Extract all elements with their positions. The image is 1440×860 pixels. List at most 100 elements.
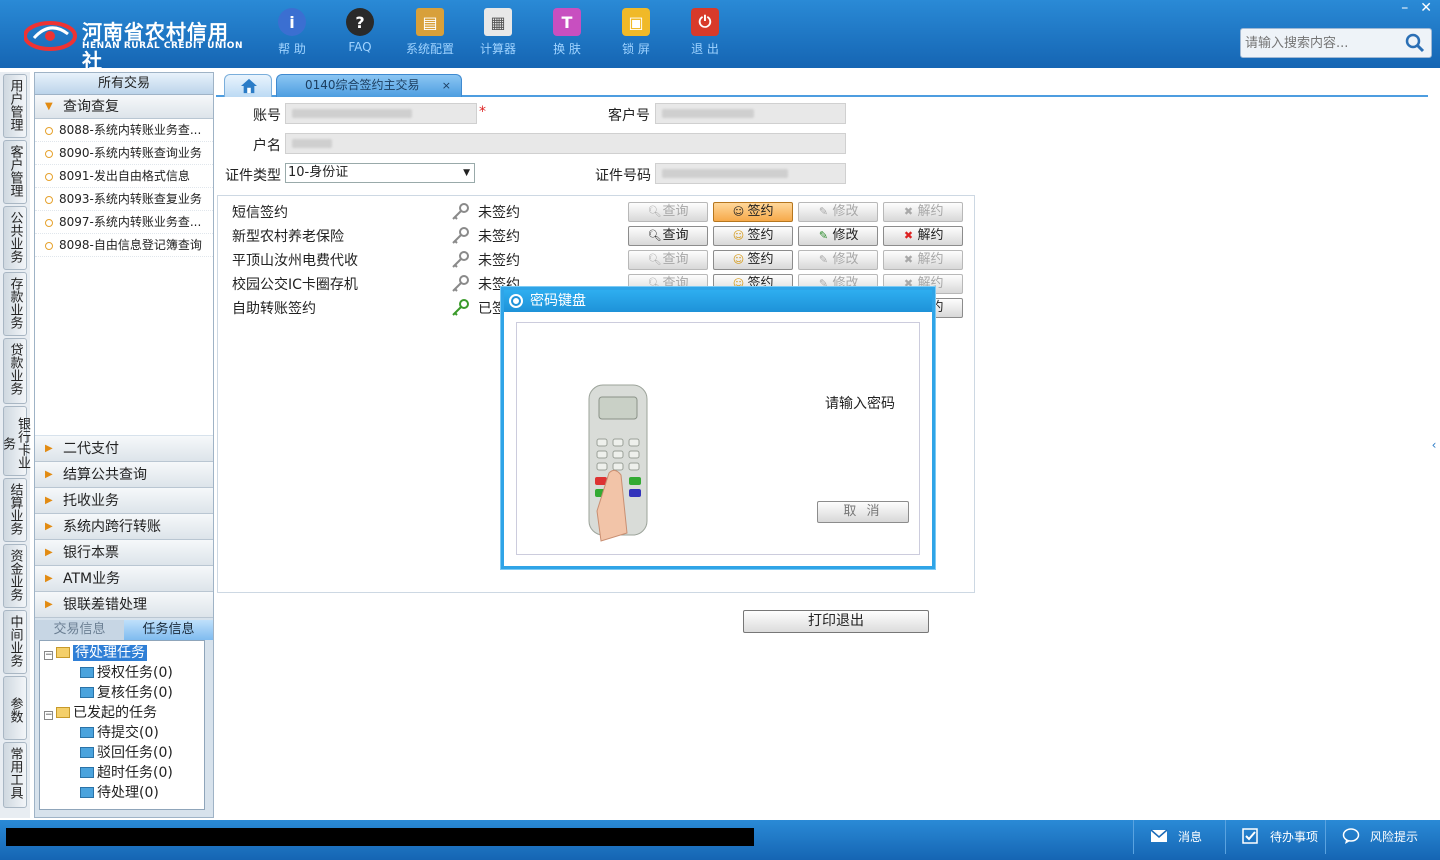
service-row: 短信签约 未签约 🔍︎查询 ☺ 签约 ✎ 修改 ✖ 解约 — [232, 202, 972, 224]
power-icon: ⏻ — [691, 8, 719, 36]
tab-comprehensive-signing[interactable]: 0140综合签约主交易 × — [276, 74, 462, 97]
sign-button[interactable]: ☺ 签约 — [713, 226, 793, 246]
vtab-bank-card-business[interactable]: 银行卡业务 — [0, 406, 30, 476]
main-tab-bar: 0140综合签约主交易 × — [216, 72, 1428, 97]
toolbox-icon: ▤ — [416, 8, 444, 36]
password-keypad-dialog: 密码键盘 请输入密码 取 消 — [501, 287, 935, 569]
smiley-icon: ☺ — [732, 253, 745, 266]
group-collection[interactable]: ▶ 托收业务 — [35, 488, 213, 514]
tree-node-initiated[interactable]: − 已发起的任务 — [44, 703, 157, 723]
window-controls: – ✕ — [1401, 0, 1432, 16]
transaction-panel: 所有交易 ▼ 查询查复 8088-系统内转账业务查... 8090-系统内转账查… — [34, 72, 214, 818]
key-icon — [452, 275, 469, 292]
query-button[interactable]: 🔍︎查询 — [628, 226, 708, 246]
list-item[interactable]: 8090-系统内转账查询业务 — [35, 142, 213, 165]
group-second-gen-payment[interactable]: ▶ 二代支付 — [35, 436, 213, 462]
exit-button[interactable]: ⏻ 退 出 — [675, 8, 735, 60]
modify-button[interactable]: ✎ 修改 — [798, 226, 878, 246]
folder-icon — [80, 667, 94, 678]
tab-transaction-info[interactable]: 交易信息 — [35, 620, 124, 640]
query-button[interactable]: 🔍︎查询 — [628, 202, 708, 222]
cancel-sign-button[interactable]: ✖解约 — [883, 202, 963, 222]
key-icon-active — [452, 299, 469, 316]
help-button[interactable]: i 帮 助 — [262, 8, 322, 60]
vtab-fund-business[interactable]: 资金业务 — [3, 544, 27, 608]
sign-button[interactable]: ☺ 签约 — [713, 202, 793, 222]
group-settlement-query[interactable]: ▶ 结算公共查询 — [35, 462, 213, 488]
vtab-parameters[interactable]: 参数 — [3, 676, 27, 740]
collapse-right-panel-icon[interactable]: ‹ — [1428, 420, 1440, 470]
tree-node-review[interactable]: 复核任务(0) — [80, 683, 173, 703]
tree-node-pending[interactable]: − 待处理任务 — [44, 643, 147, 663]
modify-button[interactable]: ✎ 修改 — [798, 250, 878, 270]
lock-screen-button[interactable]: ▣ 锁 屏 — [606, 8, 666, 60]
vtab-intermediate-business[interactable]: 中间业务 — [3, 610, 27, 674]
print-exit-button[interactable]: 打印退出 — [743, 610, 929, 633]
x-icon: ✖ — [903, 229, 914, 242]
sign-button[interactable]: ☺ 签约 — [713, 250, 793, 270]
cert-no-field[interactable] — [655, 163, 846, 184]
list-item[interactable]: 8091-发出自由格式信息 — [35, 165, 213, 188]
vtab-common-tools[interactable]: 常用工具 — [3, 742, 27, 808]
todo-button[interactable]: 待办事项 — [1225, 820, 1325, 854]
group-atm[interactable]: ▶ ATM业务 — [35, 566, 213, 592]
skin-button[interactable]: T 换 肤 — [537, 8, 597, 60]
cert-type-label: 证件类型 — [225, 168, 281, 184]
vtab-user-management[interactable]: 用户管理 — [3, 74, 27, 138]
cert-type-select[interactable]: 10-身份证 ▼ — [285, 163, 475, 183]
tree-node-to-submit[interactable]: 待提交(0) — [80, 723, 159, 743]
vtab-deposit-business[interactable]: 存款业务 — [3, 272, 27, 336]
dialog-cancel-button[interactable]: 取 消 — [817, 501, 909, 523]
customer-no-field[interactable] — [655, 103, 846, 124]
tab-home[interactable] — [224, 74, 272, 97]
group-interbank-transfer[interactable]: ▶ 系统内跨行转账 — [35, 514, 213, 540]
vtab-public-business[interactable]: 公共业务 — [3, 206, 27, 270]
group-unionpay-error[interactable]: ▶ 银联差错处理 — [35, 592, 213, 618]
account-name-field[interactable] — [285, 133, 846, 154]
list-item[interactable]: 8098-自由信息登记簿查询 — [35, 234, 213, 257]
group-query-reply[interactable]: ▼ 查询查复 — [35, 95, 213, 119]
pencil-icon: ✎ — [818, 205, 829, 218]
x-icon: ✖ — [903, 253, 914, 266]
tab-task-info[interactable]: 任务信息 — [124, 620, 213, 640]
tree-node-timeout[interactable]: 超时任务(0) — [80, 763, 173, 783]
close-window-button[interactable]: ✕ — [1420, 0, 1432, 16]
modify-button[interactable]: ✎ 修改 — [798, 202, 878, 222]
search-box — [1240, 28, 1432, 58]
minimize-button[interactable]: – — [1401, 0, 1408, 16]
list-item[interactable]: 8088-系统内转账业务查... — [35, 119, 213, 142]
vtab-loan-business[interactable]: 贷款业务 — [3, 338, 27, 404]
faq-button[interactable]: ? FAQ — [330, 8, 390, 60]
x-icon: ✖ — [903, 205, 914, 218]
group-cashier-check[interactable]: ▶ 银行本票 — [35, 540, 213, 566]
all-transactions-header[interactable]: 所有交易 — [35, 73, 213, 95]
account-field[interactable] — [285, 103, 477, 124]
cancel-sign-button[interactable]: ✖解约 — [883, 250, 963, 270]
list-item[interactable]: 8093-系统内转账查复业务 — [35, 188, 213, 211]
collapse-icon[interactable]: − — [44, 651, 53, 660]
folder-icon — [80, 727, 94, 738]
system-config-button[interactable]: ▤ 系统配置 — [400, 8, 460, 60]
tree-node-to-process[interactable]: 待处理(0) — [80, 783, 159, 803]
query-button[interactable]: 🔍︎查询 — [628, 250, 708, 270]
task-tree: − 待处理任务 授权任务(0) 复核任务(0) − 已发起的任务 待提交(0) 驳回… — [39, 640, 205, 810]
collapse-icon[interactable]: − — [44, 711, 53, 720]
tree-node-authorize[interactable]: 授权任务(0) — [80, 663, 173, 683]
search-icon[interactable] — [1405, 33, 1425, 53]
cancel-sign-button[interactable]: ✖解约 — [883, 226, 963, 246]
risk-alert-button[interactable]: 风险提示 — [1325, 820, 1435, 854]
collapsed-triangle-icon: ▶ — [45, 547, 53, 558]
messages-button[interactable]: 消息 — [1133, 820, 1225, 854]
close-tab-icon[interactable]: × — [442, 75, 451, 96]
calculator-icon: ▦ — [484, 8, 512, 36]
search-input[interactable] — [1241, 29, 1401, 57]
list-item[interactable]: 8097-系统内转账业务查... — [35, 211, 213, 234]
chat-bubble-icon — [1342, 828, 1360, 844]
calculator-button[interactable]: ▦ 计算器 — [468, 8, 528, 60]
folder-icon — [80, 767, 94, 778]
tree-node-rejected[interactable]: 驳回任务(0) — [80, 743, 173, 763]
enter-password-message: 请输入密码 — [825, 396, 895, 412]
key-icon — [452, 203, 469, 220]
vtab-customer-management[interactable]: 客户管理 — [3, 140, 27, 204]
vtab-settlement-business[interactable]: 结算业务 — [3, 478, 27, 542]
